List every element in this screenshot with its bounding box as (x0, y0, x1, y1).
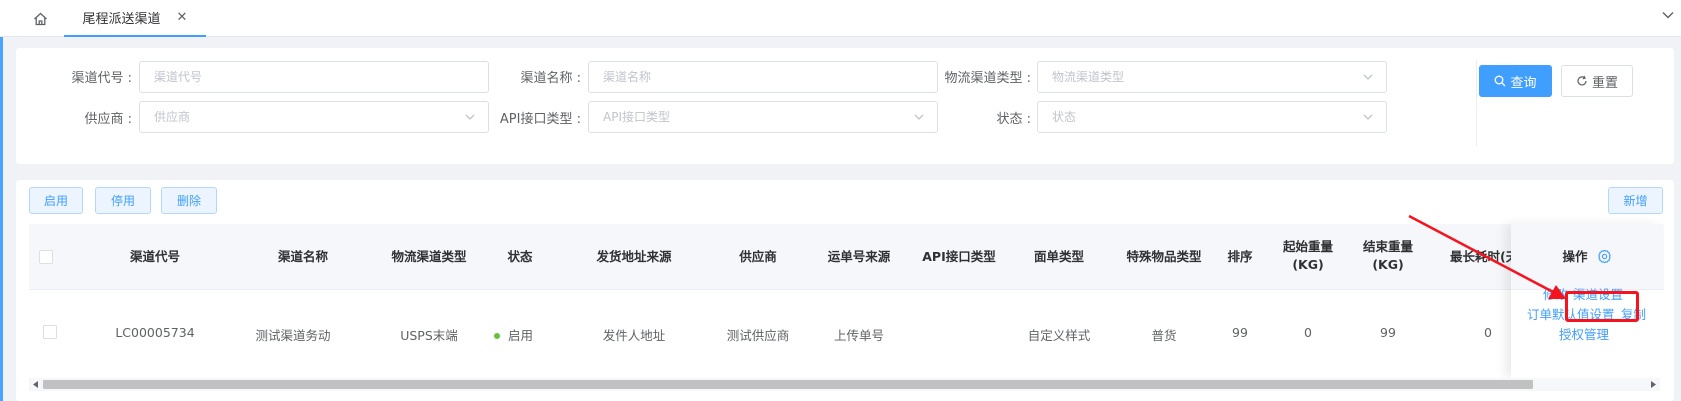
status-label: 状态 : (996, 112, 1031, 127)
api-type-placeholder: API接口类型 (603, 110, 670, 124)
logistics-type-label: 物流渠道类型 : (944, 71, 1031, 86)
close-icon[interactable]: ✕ (177, 10, 188, 25)
status-placeholder: 状态 (1052, 110, 1077, 124)
header-status[interactable]: 状态 (495, 248, 545, 266)
reset-button[interactable]: 重置 (1561, 65, 1633, 97)
status-enabled-dot (494, 332, 500, 339)
header-sort[interactable]: 排序 (1220, 248, 1260, 266)
header-channel-code[interactable]: 渠道代号 (100, 248, 210, 266)
tab-label: 尾程派送渠道 (82, 12, 161, 27)
header-logistics-type[interactable]: 物流渠道类型 (374, 248, 484, 266)
cell-logistics-type: USPS末端 (400, 328, 458, 343)
sidebar-edge (0, 37, 3, 401)
auth-manage-link[interactable]: 授权管理 (1559, 324, 1609, 343)
header-end-weight-line1: 结束重量 (1362, 239, 1413, 254)
add-button[interactable]: 新增 (1608, 187, 1663, 214)
scrollbar-thumb[interactable] (43, 380, 1533, 389)
header-start-weight[interactable]: 起始重量 (KG) (1273, 238, 1343, 274)
actions-header: 操作 (1511, 224, 1660, 290)
cell-channel-name: 测试渠道务动 (255, 328, 331, 343)
header-max-time[interactable]: 最长耗时(天 (1450, 248, 1520, 266)
cell-waybill-source: 上传单号 (833, 328, 884, 343)
row-checkbox[interactable] (43, 325, 57, 339)
header-label-type[interactable]: 面单类型 (1023, 248, 1095, 266)
channel-code-label: 渠道代号 : (71, 71, 132, 86)
query-button-label: 查询 (1510, 75, 1537, 91)
cell-status-text: 启用 (508, 328, 534, 343)
column-settings-button[interactable] (1597, 249, 1612, 267)
header-start-weight-line1: 起始重量 (1282, 239, 1333, 254)
highlight-box (1565, 291, 1639, 322)
cell-max-time: 0 (1484, 325, 1492, 340)
logistics-type-select[interactable]: 物流渠道类型 (1037, 61, 1387, 93)
header-api-type[interactable]: API接口类型 (909, 248, 1009, 266)
filter-divider (1476, 60, 1477, 146)
header-channel-name[interactable]: 渠道名称 (248, 248, 358, 266)
channel-code-input[interactable] (139, 61, 489, 93)
logistics-type-placeholder: 物流渠道类型 (1052, 70, 1125, 84)
horizontal-scrollbar[interactable] (29, 378, 1660, 391)
header-end-weight[interactable]: 结束重量 (KG) (1353, 238, 1423, 274)
cell-supplier: 测试供应商 (726, 328, 790, 343)
query-button[interactable]: 查询 (1479, 65, 1552, 97)
cell-label-type: 自定义样式 (1027, 328, 1091, 343)
supplier-placeholder: 供应商 (154, 110, 191, 124)
chevron-down-icon (1363, 114, 1373, 120)
delete-button[interactable]: 删除 (161, 187, 217, 214)
channel-name-label: 渠道名称 : (520, 71, 581, 86)
tab-bar: 尾程派送渠道 ✕ (0, 0, 1681, 37)
chevron-down-icon (1662, 12, 1674, 19)
cell-channel-code: LC00005734 (115, 325, 195, 340)
api-type-select[interactable]: API接口类型 (588, 101, 938, 133)
reset-button-label: 重置 (1591, 75, 1618, 91)
header-start-weight-line2: (KG) (1292, 257, 1324, 272)
tab-home[interactable] (18, 0, 62, 37)
supplier-label: 供应商 : (84, 112, 132, 127)
cell-special-goods-type: 普货 (1151, 328, 1177, 343)
chevron-down-icon (465, 114, 475, 120)
chevron-down-icon (914, 114, 924, 120)
cell-start-weight: 0 (1304, 325, 1312, 340)
tab-menu-button[interactable] (1661, 8, 1675, 25)
header-end-weight-line2: (KG) (1372, 257, 1404, 272)
status-select[interactable]: 状态 (1037, 101, 1387, 133)
disable-button[interactable]: 停用 (95, 187, 151, 214)
channel-name-input[interactable] (588, 61, 938, 93)
cell-sort: 99 (1232, 325, 1248, 340)
cell-end-weight: 99 (1380, 325, 1396, 340)
search-icon (1495, 75, 1506, 87)
scroll-left-icon[interactable] (33, 381, 39, 388)
supplier-select[interactable]: 供应商 (139, 101, 489, 133)
gear-icon (1598, 249, 1611, 264)
header-supplier[interactable]: 供应商 (718, 248, 798, 266)
refresh-icon (1577, 75, 1587, 86)
api-type-label: API接口类型 : (499, 112, 581, 127)
chevron-down-icon (1363, 74, 1373, 80)
home-icon (33, 12, 47, 25)
tab-last-mile-channel[interactable]: 尾程派送渠道 ✕ (64, 0, 206, 37)
cell-status: 启用 (494, 325, 564, 344)
cell-ship-from-source: 发件人地址 (602, 328, 666, 343)
enable-button[interactable]: 启用 (29, 187, 83, 214)
header-ship-from-source[interactable]: 发货地址来源 (579, 248, 689, 266)
header-special-goods-type[interactable]: 特殊物品类型 (1114, 248, 1214, 266)
header-actions: 操作 (1562, 249, 1588, 264)
select-all-checkbox[interactable] (39, 250, 53, 264)
header-waybill-source[interactable]: 运单号来源 (819, 248, 899, 266)
scroll-right-icon[interactable] (1650, 381, 1656, 388)
